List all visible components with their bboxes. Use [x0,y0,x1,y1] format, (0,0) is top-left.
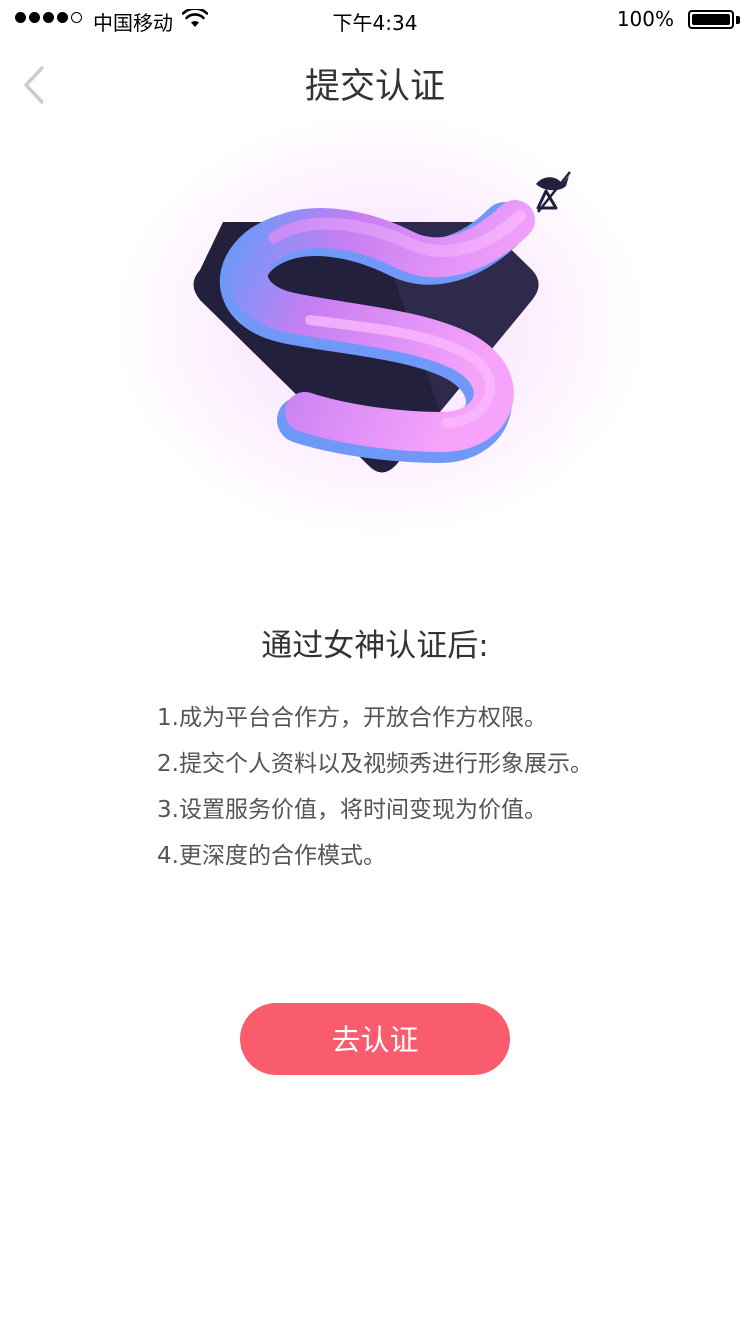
battery-fill [692,14,730,25]
page-title: 提交认证 [304,67,445,107]
benefit-item: 2.提交个人资料以及视频秀进行形象展示。 [157,751,593,777]
battery-icon [688,10,734,29]
status-bar: 中国移动 下午4:34 100% [0,0,750,40]
battery-percent: 100% [616,7,674,31]
go-certify-button[interactable]: 去认证 [240,1003,510,1075]
benefit-item: 1.成为平台合作方，开放合作方权限。 [157,705,547,731]
certification-headline: 通过女神认证后: [261,628,489,664]
benefit-item: 4.更深度的合作模式。 [157,843,386,869]
goddess-logo-icon [193,171,571,473]
benefit-item: 3.设置服务价值，将时间变现为价值。 [157,797,547,823]
benefits-list: 1.成为平台合作方，开放合作方权限。 2.提交个人资料以及视频秀进行形象展示。 … [157,700,593,884]
battery-cap [736,16,740,24]
